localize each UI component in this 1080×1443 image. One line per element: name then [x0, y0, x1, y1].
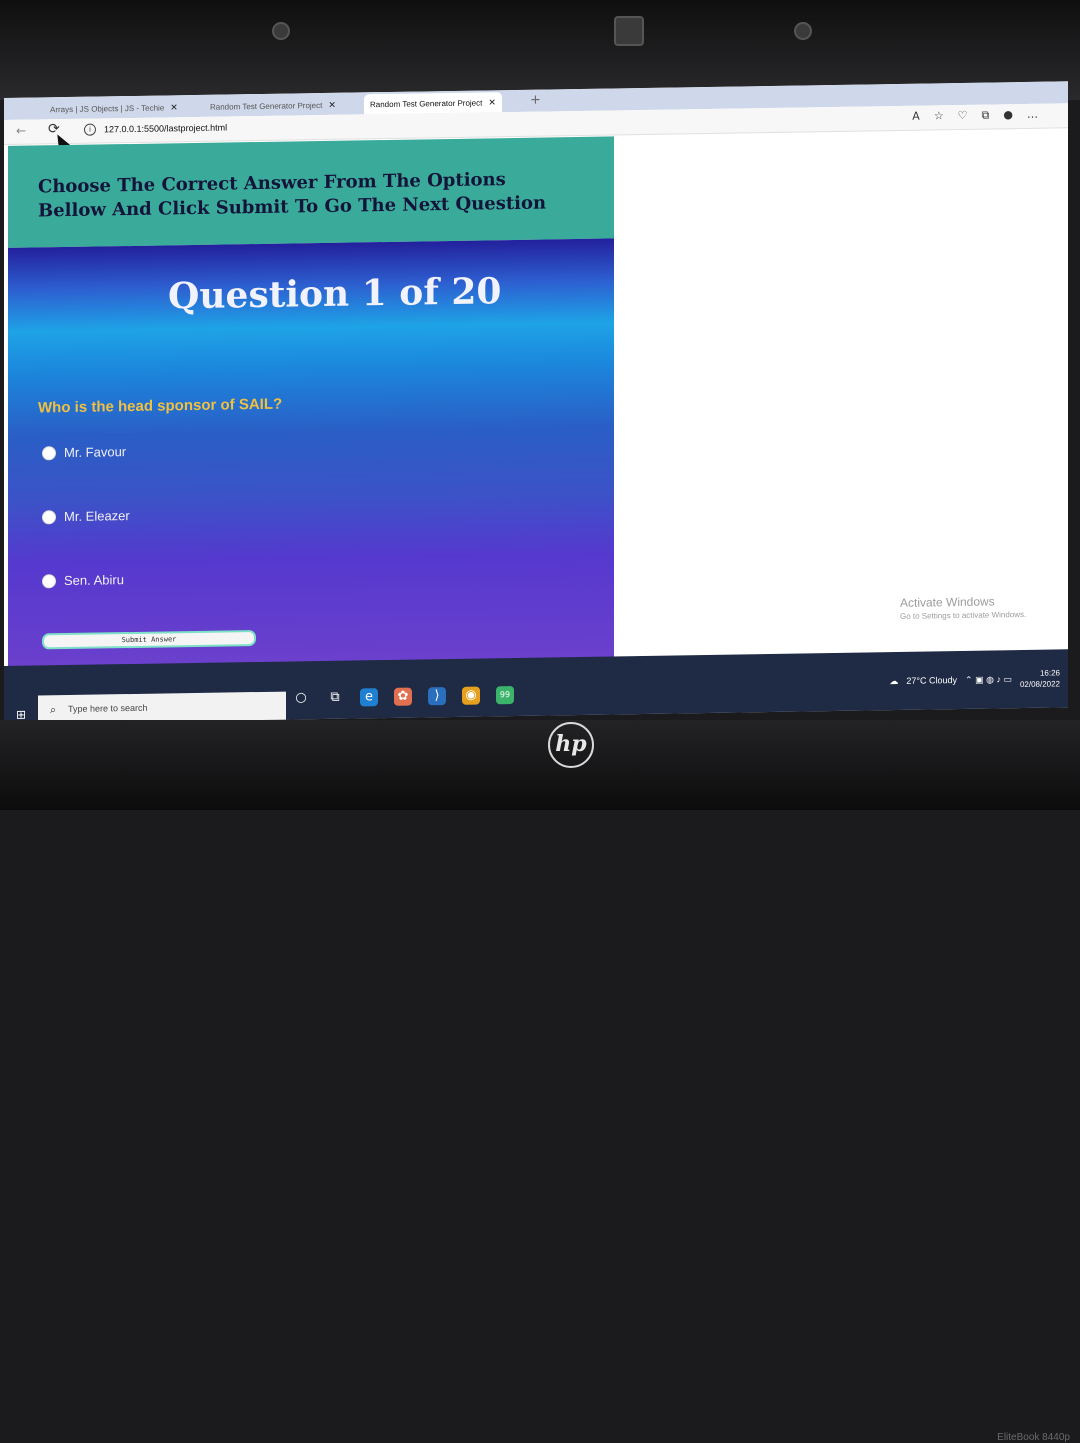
app-icon[interactable]: ✿ [394, 687, 412, 706]
activate-windows-watermark: Activate Windows Go to Settings to activ… [900, 594, 1027, 621]
cortana-icon[interactable]: ○ [292, 689, 310, 707]
search-placeholder: Type here to search [68, 702, 148, 714]
webcam-icon [614, 16, 644, 46]
quiz-header: Choose The Correct Answer From The Optio… [8, 136, 614, 248]
laptop-bezel-bottom: EliteBook 8440p [0, 720, 1080, 1443]
hp-logo: hp [548, 722, 594, 768]
new-tab-icon[interactable]: + [530, 92, 541, 110]
instruction-heading: Choose The Correct Answer From The Optio… [38, 169, 547, 222]
url-text[interactable]: 127.0.0.1:5500/lastproject.html [104, 122, 227, 134]
toolbar-icons[interactable]: A☆♡⧉●… [912, 108, 1052, 124]
quiz-body: Question 1 of 20 Who is the head sponsor… [8, 238, 614, 668]
task-view-icon[interactable]: ⧉ [326, 689, 344, 707]
question-text: Who is the head sponsor of SAIL? [38, 395, 283, 417]
info-icon[interactable]: i [84, 123, 96, 136]
back-arrow-icon[interactable]: ← [16, 124, 26, 138]
tab-project-active[interactable]: Random Test Generator Project ✕ [364, 92, 502, 115]
chrome-icon[interactable]: ◉ [462, 686, 480, 705]
bezel-screw-icon [272, 22, 290, 40]
option-1[interactable]: Mr. Favour [42, 444, 126, 460]
edge-icon[interactable]: e [360, 688, 378, 707]
vscode-icon[interactable]: ⟩ [428, 687, 446, 706]
radio-button[interactable] [42, 573, 56, 588]
tab-label: Random Test Generator Project [210, 100, 323, 112]
close-icon[interactable]: ✕ [328, 100, 336, 110]
search-icon: ⌕ [50, 703, 57, 717]
tab-label: Arrays | JS Objects | JS - Techie [50, 103, 165, 115]
option-label: Sen. Abiru [64, 572, 124, 589]
clock[interactable]: 16:26 02/08/2022 [1020, 667, 1060, 690]
close-icon[interactable]: ✕ [170, 102, 178, 112]
clock-date: 02/08/2022 [1019, 679, 1060, 690]
tab-project-1[interactable]: Random Test Generator Project ✕ [204, 95, 342, 117]
cloud-icon: ☁ [889, 675, 899, 686]
radio-button[interactable] [42, 445, 56, 460]
close-icon[interactable]: ✕ [488, 97, 496, 107]
option-label: Mr. Eleazer [64, 508, 130, 525]
whatsapp-icon[interactable]: 99 [496, 685, 514, 705]
bezel-screw-icon [794, 22, 812, 40]
tray-icons[interactable]: ⌃ ▣ ◍ ♪ ▭ [965, 674, 1012, 686]
submit-answer-button[interactable]: Submit Answer [42, 630, 256, 650]
quiz-panel: Choose The Correct Answer From The Optio… [8, 136, 614, 668]
model-label: EliteBook 8440p [997, 1432, 1070, 1443]
clock-time: 16:26 [1039, 668, 1060, 678]
option-2[interactable]: Mr. Eleazer [42, 508, 130, 524]
screen: Arrays | JS Objects | JS - Techie ✕ Rando… [4, 81, 1068, 725]
tab-label: Random Test Generator Project [370, 98, 483, 110]
watermark-title: Activate Windows [900, 594, 995, 610]
option-label: Mr. Favour [64, 444, 127, 461]
option-3[interactable]: Sen. Abiru [42, 572, 124, 588]
radio-button[interactable] [42, 509, 56, 524]
question-counter: Question 1 of 20 [168, 270, 502, 318]
tab-arrays[interactable]: Arrays | JS Objects | JS - Techie ✕ [44, 97, 184, 119]
system-tray: ☁ 27°C Cloudy ⌃ ▣ ◍ ♪ ▭ 16:26 02/08/2022 [889, 667, 1060, 692]
watermark-subtitle: Go to Settings to activate Windows. [900, 609, 1027, 621]
weather-text[interactable]: 27°C Cloudy [906, 675, 957, 686]
